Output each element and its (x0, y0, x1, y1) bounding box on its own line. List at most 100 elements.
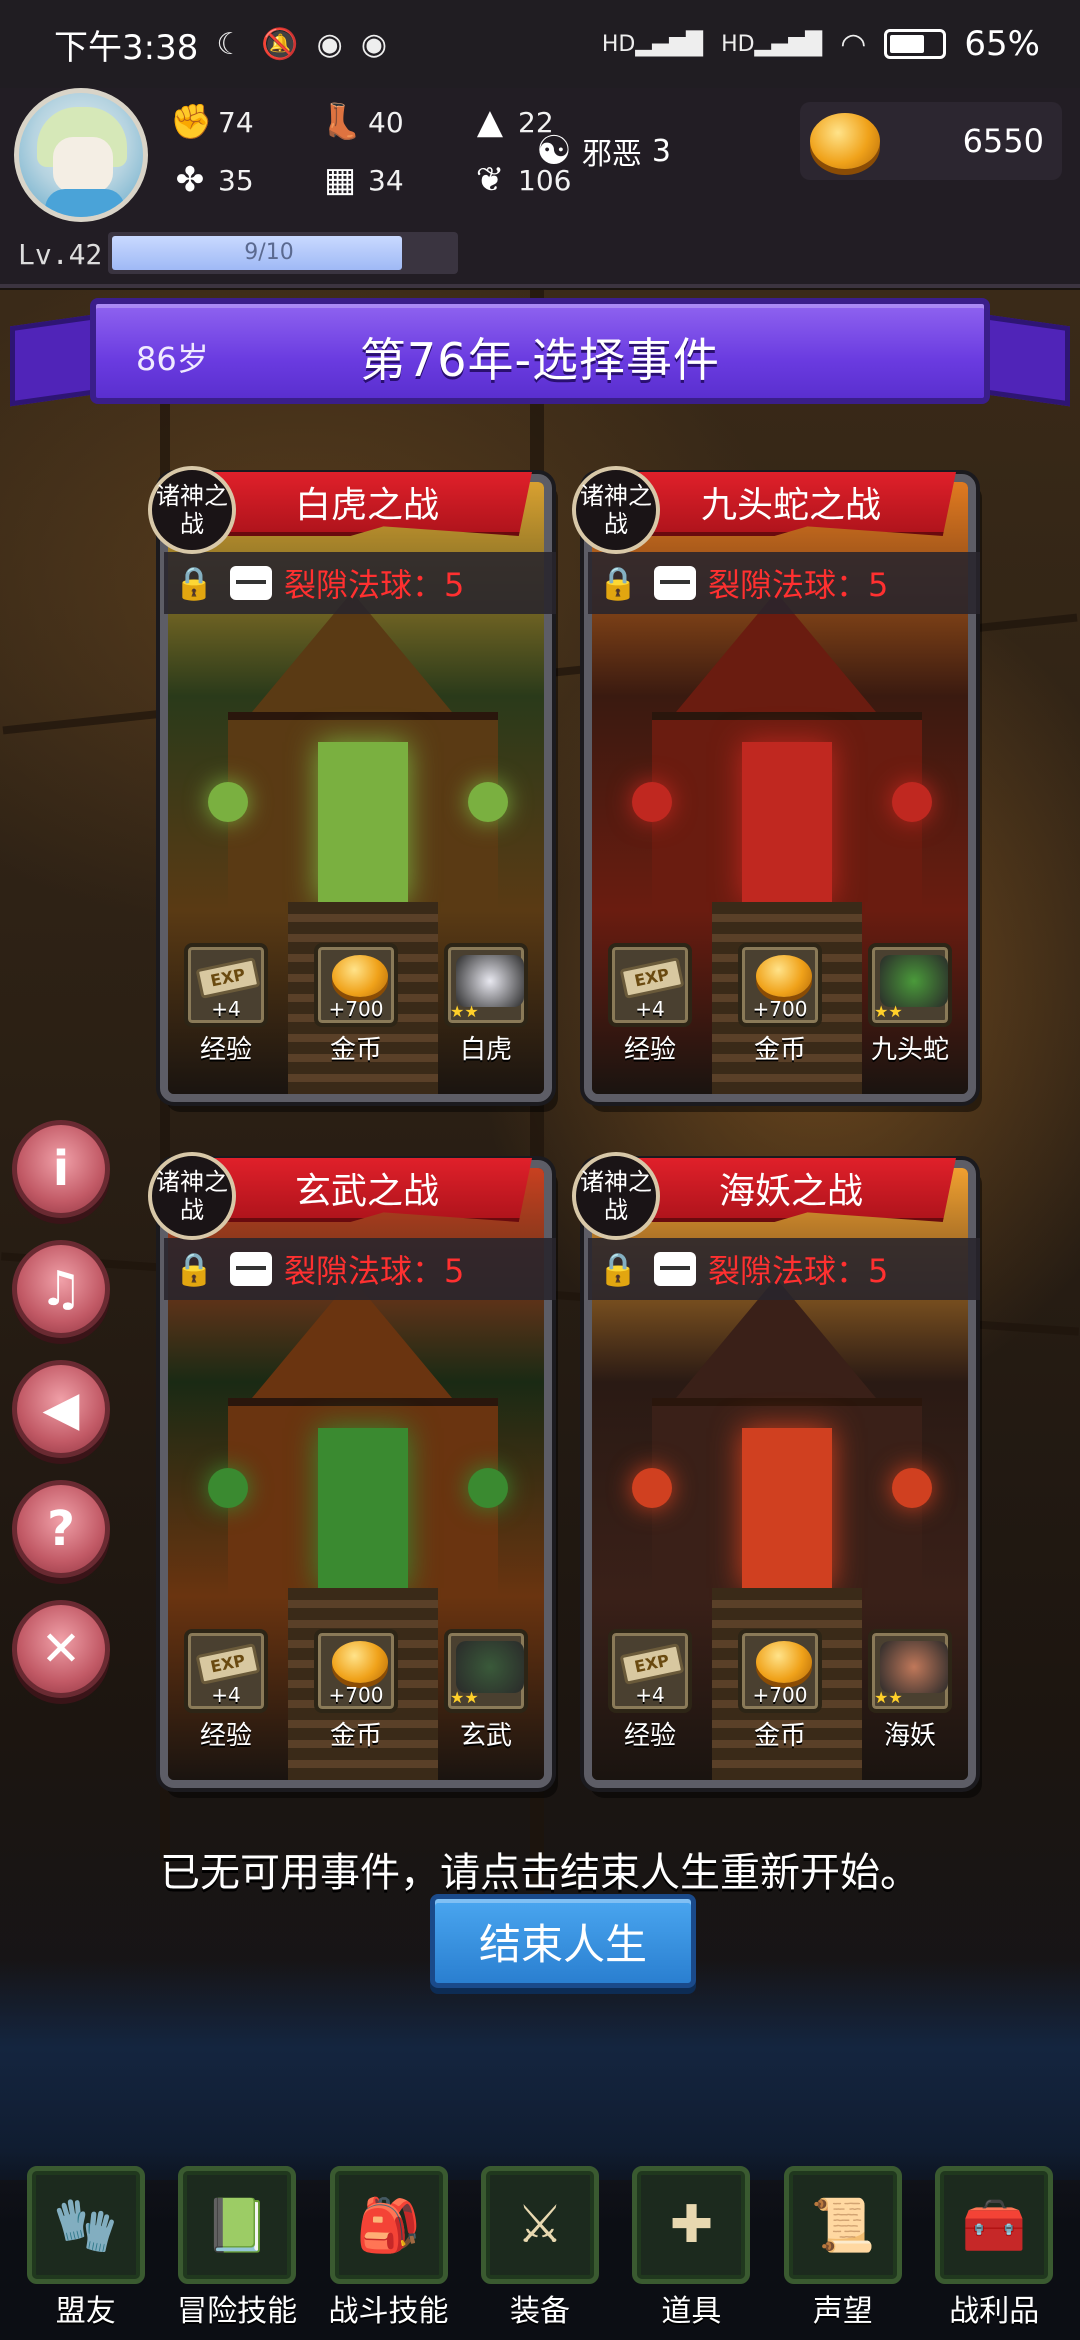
close-icon: ✕ (40, 1621, 82, 1677)
player-header: ✊ 74 👢 40 ▲ 22 ✤ 35 ▦ 34 ❦ 106 ☯ 邪恶 3 6550 Lv.… (0, 88, 1080, 288)
nav-item[interactable]: 🧰 战利品 (924, 2166, 1064, 2330)
gloves-icon: 🧤 (53, 2196, 119, 2256)
lock-icon: 🔒 (598, 1250, 638, 1288)
app-notification-icon: ◉ (316, 26, 343, 62)
nav-item[interactable]: 🎒 战斗技能 (319, 2166, 459, 2330)
reward-label: 经验 (623, 1035, 676, 1065)
backpack-icon: 🎒 (356, 2196, 421, 2256)
event-name-ribbon: 海妖之战 (626, 1158, 956, 1222)
fist-icon: ✊ (170, 102, 213, 142)
reward-item: ★★ 九头蛇 (862, 943, 958, 1066)
end-life-button[interactable]: 结束人生 (430, 1894, 696, 1988)
event-card[interactable]: 诸神之战 九头蛇之战 🔒 裂隙法球：5 EXP +4 经验 +700 金币 ★★… (572, 466, 980, 1102)
info-button[interactable]: i (12, 1120, 110, 1218)
music-button[interactable]: ♫ (12, 1240, 110, 1338)
reward-item: ★★ 玄武 (438, 1629, 534, 1752)
reward-exp-box: EXP +4 (608, 1629, 692, 1713)
star-rating-icon: ★★ (450, 1688, 479, 1707)
wizard-hat-icon: ▲ (476, 102, 504, 142)
rift-orb-cost: 🔒 裂隙法球：5 (164, 552, 556, 614)
event-card[interactable]: 诸神之战 玄武之战 🔒 裂隙法球：5 EXP +4 经验 +700 金币 ★★ … (148, 1152, 556, 1788)
reward-item: ★★ 海妖 (862, 1629, 958, 1752)
status-bar: 下午3:38 ☾ 🔕 ◉ ◉ HD▂▄▆█ HD▂▄▆█ ◠ 65% (0, 0, 1080, 88)
nav-icon-frame: 🧤 (26, 2166, 145, 2284)
chest-icon (654, 1252, 696, 1286)
scroll-icon: 📜 (810, 2196, 876, 2256)
player-level: Lv.42 (18, 238, 103, 271)
reward-item: +700 金币 (308, 943, 404, 1066)
close-button[interactable]: ✕ (12, 1600, 110, 1698)
book-icon: ▦ (323, 160, 357, 200)
nav-item[interactable]: ⚔ 装备 (470, 2166, 610, 2330)
rift-orb-cost: 🔒 裂隙法球：5 (588, 552, 980, 614)
reward-beast-box: ★★ (868, 1629, 952, 1713)
nav-item[interactable]: 🧤 盟友 (16, 2166, 156, 2330)
satchel-icon: ✚ (669, 2195, 714, 2255)
reward-beast-box: ★★ (444, 1629, 528, 1713)
event-card[interactable]: 诸神之战 白虎之战 🔒 裂隙法球：5 EXP +4 经验 +700 金币 ★★ … (148, 466, 556, 1102)
banner-title: 第76年-选择事件 (359, 333, 721, 387)
spellbook-icon: 📗 (204, 2196, 270, 2256)
music-icon: ♫ (39, 1261, 83, 1317)
reward-label: 经验 (199, 1721, 252, 1751)
nav-item[interactable]: 📜 声望 (773, 2166, 913, 2330)
reward-label: 玄武 (459, 1721, 512, 1751)
reward-beast-box: ★★ (868, 943, 952, 1027)
reward-item: +700 金币 (308, 1629, 404, 1752)
reward-label: 海妖 (883, 1721, 936, 1751)
rift-orb-text: 裂隙法球：5 (708, 1252, 889, 1290)
moon-icon: ☾ (216, 26, 244, 62)
event-card[interactable]: 诸神之战 海妖之战 🔒 裂隙法球：5 EXP +4 经验 +700 金币 ★★ … (572, 1152, 980, 1788)
gold-coin-icon (332, 955, 388, 997)
reward-exp-box: EXP +4 (608, 943, 692, 1027)
reward-beast-box: ★★ (444, 943, 528, 1027)
reward-label: 经验 (199, 1035, 252, 1065)
player-avatar[interactable] (14, 88, 148, 222)
nav-icon-frame: 🧰 (935, 2166, 1054, 2284)
info-icon: i (52, 1141, 70, 1197)
clover-icon: ✤ (175, 160, 205, 200)
reward-item: +700 金币 (732, 1629, 828, 1752)
gold-coin-icon (756, 955, 812, 997)
help-button[interactable]: ? (12, 1480, 110, 1578)
reward-exp-box: EXP +4 (184, 943, 268, 1027)
reward-label: 金币 (753, 1035, 806, 1065)
reward-item: EXP +4 经验 (178, 1629, 274, 1752)
nav-item[interactable]: 📗 冒险技能 (167, 2166, 307, 2330)
event-name-ribbon: 玄武之战 (202, 1158, 532, 1222)
sound-button[interactable]: ◀ (12, 1360, 110, 1458)
exp-scroll-icon: EXP (619, 1643, 685, 1685)
nav-icon-frame: ⚔ (480, 2166, 599, 2284)
status-time: 下午3:38 (54, 27, 199, 68)
reward-amount: +700 (752, 997, 808, 1021)
gold-counter: 6550 (800, 102, 1062, 180)
reward-list: EXP +4 经验 +700 金币 (602, 1629, 958, 1752)
nav-label: 冒险技能 (177, 2294, 298, 2329)
battery-percent: 65% (964, 24, 1040, 64)
reward-label: 白虎 (459, 1035, 512, 1065)
stat-strength: ✊ 74 (170, 102, 254, 142)
year-banner: 86岁 第76年-选择事件 (90, 298, 990, 404)
exp-scroll-icon: EXP (195, 957, 261, 999)
nav-label: 声望 (812, 2294, 873, 2329)
chest-icon (230, 566, 272, 600)
event-category-badge: 诸神之战 (572, 1152, 660, 1240)
alignment-indicator: ☯ 邪恶 3 (536, 128, 671, 174)
reward-amount: +4 (211, 1683, 241, 1707)
yin-yang-icon: ☯ (536, 128, 572, 174)
event-category-badge: 诸神之战 (572, 466, 660, 554)
nav-label: 盟友 (55, 2294, 116, 2329)
banner-right-tail (980, 313, 1070, 407)
bottom-nav: 🧤 盟友 📗 冒险技能 🎒 战斗技能 ⚔ 装备 ✚ 道具 📜 声望 🧰 战利品 (0, 2150, 1080, 2340)
nav-icon-frame: 📜 (783, 2166, 902, 2284)
reward-exp-box: EXP +4 (184, 1629, 268, 1713)
star-rating-icon: ★★ (874, 1002, 903, 1021)
lock-icon: 🔒 (598, 564, 638, 602)
lock-icon: 🔒 (174, 564, 214, 602)
beast-portrait-icon (880, 955, 948, 1007)
boot-icon: 👢 (320, 102, 363, 142)
star-rating-icon: ★★ (450, 1002, 479, 1021)
no-events-message: 已无可用事件，请点击结束人生重新开始。 (160, 1850, 920, 1896)
nav-item[interactable]: ✚ 道具 (621, 2166, 761, 2330)
nav-label: 战利品 (949, 2294, 1040, 2329)
